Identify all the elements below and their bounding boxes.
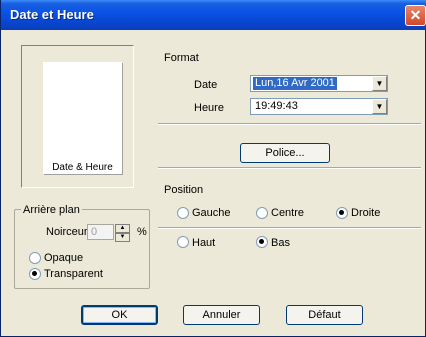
annuler-button[interactable]: Annuler xyxy=(183,305,260,325)
preview-panel: Date & Heure xyxy=(21,45,134,188)
title-bar[interactable]: Date et Heure ✕ xyxy=(1,0,426,30)
haut-label: Haut xyxy=(192,237,216,249)
heure-value: 19:49:43 xyxy=(255,100,298,112)
spin-down-icon[interactable]: ▼ xyxy=(115,233,130,242)
radio-selected-dot xyxy=(339,210,344,215)
radio-gauche[interactable] xyxy=(177,207,189,219)
close-button[interactable]: ✕ xyxy=(405,5,426,26)
separator xyxy=(158,167,421,169)
radio-selected-dot xyxy=(259,239,264,244)
date-label: Date xyxy=(194,79,218,91)
opaque-label: Opaque xyxy=(44,252,84,264)
heure-label: Heure xyxy=(194,102,224,114)
radio-selected-dot xyxy=(32,271,37,276)
date-value: Lun,16 Avr 2001 xyxy=(253,77,337,90)
radio-transparent[interactable] xyxy=(29,268,41,280)
preview-label: Date & Heure xyxy=(52,162,113,173)
droite-label: Droite xyxy=(351,207,381,219)
spin-up-icon[interactable]: ▲ xyxy=(115,224,130,233)
arriere-plan-title: Arrière plan xyxy=(21,204,82,216)
radio-circle xyxy=(177,207,189,219)
radio-opaque[interactable] xyxy=(29,252,41,264)
radio-circle xyxy=(256,207,268,219)
radio-circle xyxy=(29,252,41,264)
format-title: Format xyxy=(164,52,199,64)
separator xyxy=(158,123,421,125)
date-select[interactable]: Lun,16 Avr 2001 ▼ xyxy=(250,75,388,92)
bas-label: Bas xyxy=(271,237,290,249)
ok-button[interactable]: OK xyxy=(81,305,158,325)
gauche-label: Gauche xyxy=(192,207,231,219)
radio-haut[interactable] xyxy=(177,236,189,248)
position-title: Position xyxy=(164,184,204,196)
police-button[interactable]: Police... xyxy=(240,143,330,163)
heure-select[interactable]: 19:49:43 ▼ xyxy=(250,98,388,115)
chevron-down-icon[interactable]: ▼ xyxy=(372,99,387,114)
radio-centre[interactable] xyxy=(256,207,268,219)
transparent-label: Transparent xyxy=(44,268,103,280)
chevron-down-icon[interactable]: ▼ xyxy=(372,76,387,91)
radio-circle xyxy=(177,236,189,248)
dialog-window: Date et Heure ✕ Date & Heure Format Date… xyxy=(0,0,426,337)
separator xyxy=(158,227,421,229)
noirceur-label: Noirceur xyxy=(46,226,88,238)
centre-label: Centre xyxy=(271,207,305,219)
radio-bas[interactable] xyxy=(256,236,268,248)
preview-page: Date & Heure xyxy=(43,62,122,174)
percent-label: % xyxy=(137,226,147,238)
noirceur-input[interactable]: 0 xyxy=(87,224,114,240)
window-title: Date et Heure xyxy=(10,7,94,22)
defaut-button[interactable]: Défaut xyxy=(286,305,363,325)
radio-droite[interactable] xyxy=(336,207,348,219)
close-icon: ✕ xyxy=(409,7,422,23)
